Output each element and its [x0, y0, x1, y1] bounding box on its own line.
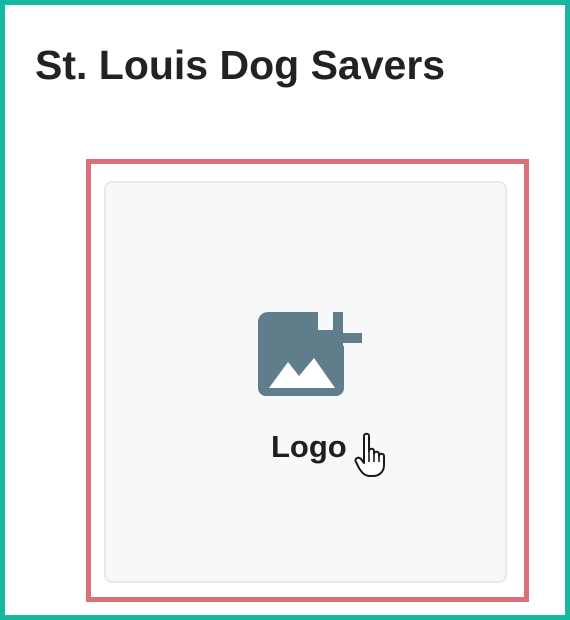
- logo-label: Logo: [271, 429, 347, 464]
- image-add-icon: [258, 312, 362, 396]
- logo-upload-button[interactable]: Logo: [104, 181, 507, 583]
- hand-pointer-icon: [354, 432, 385, 477]
- page-title: St. Louis Dog Savers: [35, 42, 446, 88]
